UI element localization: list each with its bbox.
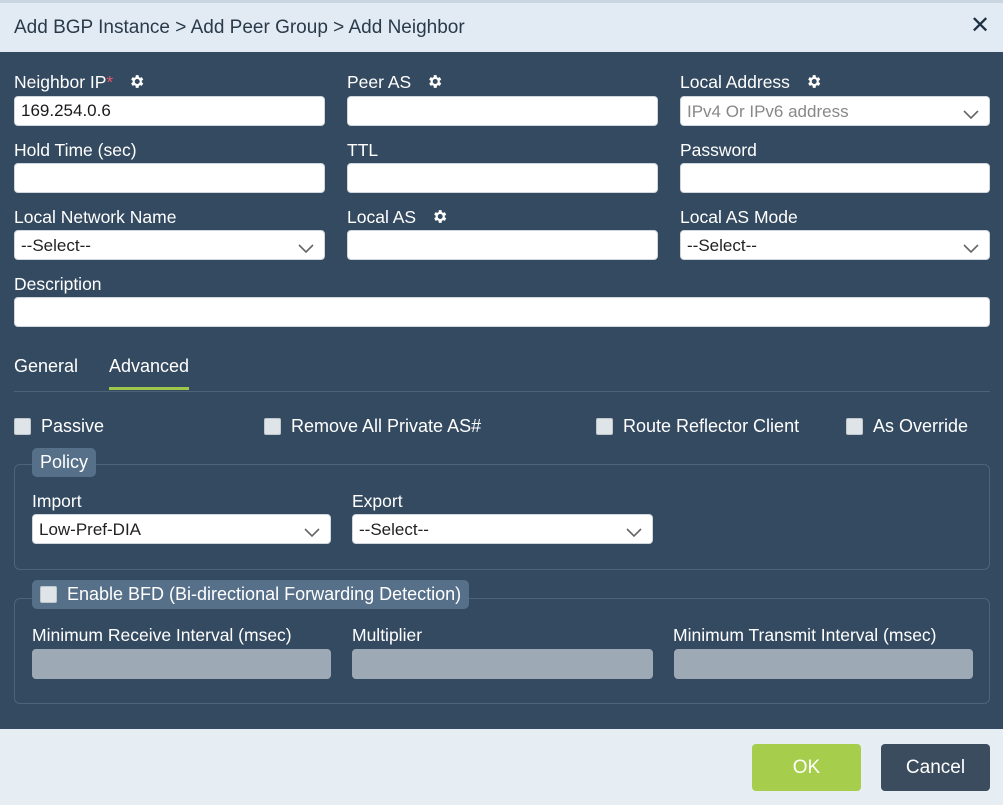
tab-general[interactable]: General [14,356,78,387]
gear-icon[interactable] [128,73,145,95]
local-address-placeholder: IPv4 Or IPv6 address [687,102,849,121]
route-reflector-client-label: Route Reflector Client [623,415,800,436]
close-icon[interactable]: ✕ [969,14,991,38]
multiplier-input [352,649,653,679]
local-as-mode-select[interactable]: --Select-- [680,230,990,260]
export-select[interactable]: --Select-- [352,514,653,544]
policy-legend: Policy [32,448,97,477]
description-label: Description [14,274,102,294]
local-as-input[interactable] [347,230,658,260]
remove-private-as-checkbox[interactable] [264,417,281,435]
peer-as-input[interactable] [347,96,658,126]
min-transmit-interval-label: Minimum Transmit Interval (msec) [673,625,937,645]
min-receive-interval-label: Minimum Receive Interval (msec) [32,625,292,645]
as-override-option[interactable]: As Override [846,416,968,436]
chevron-down-icon [298,239,314,259]
dialog-body: Neighbor IP* Peer AS Local Address IPv4 … [0,52,1003,729]
import-label: Import [32,491,82,511]
remove-private-as-label: Remove All Private AS# [291,415,482,436]
neighbor-ip-label: Neighbor IP* [14,72,145,95]
enable-bfd-label: Enable BFD (Bi-directional Forwarding De… [67,584,462,604]
cancel-button[interactable]: Cancel [881,744,990,791]
passive-checkbox[interactable] [14,417,31,435]
password-label: Password [680,140,757,160]
chevron-down-icon [304,523,320,543]
tab-bar: General Advanced [14,352,990,392]
local-as-mode-label: Local AS Mode [680,207,798,227]
neighbor-ip-input[interactable] [14,96,325,126]
local-network-name-value: --Select-- [21,236,91,255]
enable-bfd-checkbox[interactable] [40,586,57,603]
multiplier-label: Multiplier [352,625,423,645]
chevron-down-icon [963,239,979,259]
ttl-input[interactable] [347,163,658,193]
chevron-down-icon [963,105,979,125]
dialog-title: Add BGP Instance > Add Peer Group > Add … [14,17,465,38]
local-address-label: Local Address [680,72,822,95]
remove-private-as-option[interactable]: Remove All Private AS# [264,416,481,436]
gear-icon[interactable] [431,208,448,230]
local-address-combobox[interactable]: IPv4 Or IPv6 address [680,96,990,126]
gear-icon[interactable] [805,73,822,95]
ok-button[interactable]: OK [752,744,861,791]
min-receive-interval-input [32,649,331,679]
local-network-name-label: Local Network Name [14,207,177,227]
required-mark: * [106,72,114,92]
description-input[interactable] [14,297,990,327]
bfd-legend[interactable]: Enable BFD (Bi-directional Forwarding De… [32,580,470,609]
peer-as-label: Peer AS [347,72,443,95]
passive-option[interactable]: Passive [14,416,104,436]
import-select[interactable]: Low-Pref-DIA [32,514,331,544]
passive-label: Passive [41,415,105,436]
hold-time-input[interactable] [14,163,325,193]
add-neighbor-dialog: Add BGP Instance > Add Peer Group > Add … [0,0,1003,805]
dialog-footer: OK Cancel [0,729,1003,805]
local-as-mode-value: --Select-- [687,236,757,255]
local-as-label: Local AS [347,207,448,230]
as-override-checkbox[interactable] [846,417,863,435]
route-reflector-client-option[interactable]: Route Reflector Client [596,416,799,436]
route-reflector-client-checkbox[interactable] [596,417,613,435]
min-transmit-interval-input [674,649,973,679]
ttl-label: TTL [347,140,379,160]
dialog-titlebar: Add BGP Instance > Add Peer Group > Add … [0,0,1003,52]
local-network-name-select[interactable]: --Select-- [14,230,325,260]
import-value: Low-Pref-DIA [39,520,142,539]
export-value: --Select-- [359,520,429,539]
gear-icon[interactable] [426,73,443,95]
hold-time-label: Hold Time (sec) [14,140,137,160]
password-input[interactable] [680,163,990,193]
export-label: Export [352,491,403,511]
chevron-down-icon [626,523,642,543]
tab-advanced[interactable]: Advanced [109,356,190,390]
as-override-label: As Override [873,415,969,436]
